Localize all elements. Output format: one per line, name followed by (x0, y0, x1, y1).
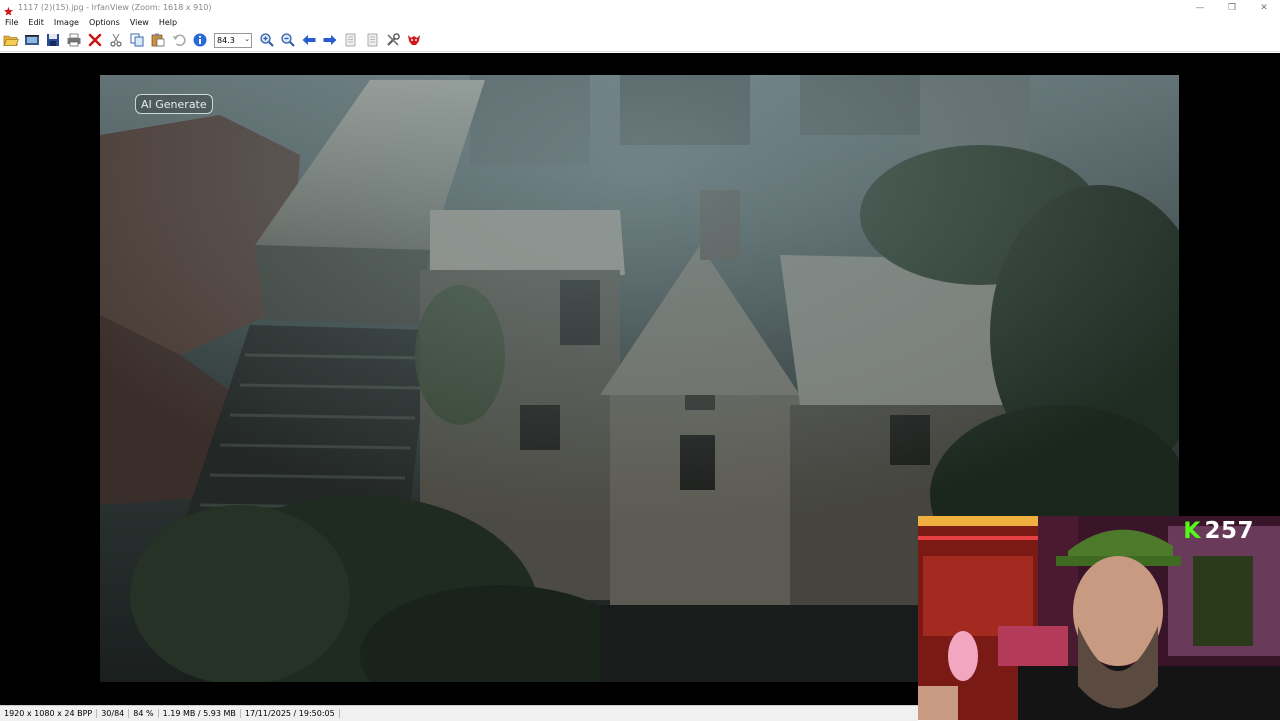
info-icon[interactable] (191, 31, 209, 49)
menu-options[interactable]: Options (84, 18, 125, 27)
close-button[interactable]: ✕ (1248, 0, 1280, 15)
status-zoom: 84 % (129, 709, 159, 718)
status-dimensions: 1920 x 1080 x 24 BPP (0, 709, 98, 718)
zoom-in-icon[interactable] (258, 31, 276, 49)
zoom-out-icon[interactable] (279, 31, 297, 49)
status-bar: 1920 x 1080 x 24 BPP 30/84 84 % 1.19 MB … (0, 705, 918, 721)
irfanview-app-icon[interactable] (3, 2, 14, 16)
slideshow-icon[interactable] (23, 31, 41, 49)
settings-icon[interactable] (384, 31, 402, 49)
title-bar: 1117 (2)(15).jpg - IrfanView (Zoom: 1618… (0, 0, 1280, 16)
minimize-button[interactable]: — (1184, 0, 1216, 15)
menu-help[interactable]: Help (154, 18, 182, 27)
previous-icon[interactable] (300, 31, 318, 49)
toolbar: 84.3 ⌄ (0, 29, 1280, 52)
window-title: 1117 (2)(15).jpg - IrfanView (Zoom: 1618… (18, 3, 212, 12)
paste-icon[interactable] (149, 31, 167, 49)
menu-view[interactable]: View (125, 18, 154, 27)
copy-icon[interactable] (128, 31, 146, 49)
menu-file[interactable]: File (0, 18, 23, 27)
menu-bar: File Edit Image Options View Help (0, 15, 1280, 29)
webcam-overlay: K 257 (918, 516, 1280, 720)
zoom-combobox[interactable]: 84.3 ⌄ (214, 32, 252, 48)
first-page-icon[interactable] (342, 31, 360, 49)
next-icon[interactable] (321, 31, 339, 49)
cut-icon[interactable] (107, 31, 125, 49)
window-controls: — ❐ ✕ (1184, 0, 1280, 15)
status-datetime: 17/11/2025 / 19:50:05 (241, 709, 340, 718)
save-icon[interactable] (44, 31, 62, 49)
maximize-button[interactable]: ❐ (1216, 0, 1248, 15)
chevron-down-icon[interactable]: ⌄ (244, 35, 250, 43)
kick-viewer-badge: K 257 (1183, 518, 1254, 544)
zoom-value: 84.3 (217, 35, 235, 45)
last-page-icon[interactable] (363, 31, 381, 49)
streamer-webcam-feed (918, 516, 1280, 720)
open-folder-icon[interactable] (2, 31, 20, 49)
undo-icon[interactable] (170, 31, 188, 49)
menu-image[interactable]: Image (49, 18, 84, 27)
menu-edit[interactable]: Edit (23, 18, 49, 27)
status-filesize: 1.19 MB / 5.93 MB (159, 709, 241, 718)
kick-logo-icon: K (1183, 518, 1201, 544)
status-index: 30/84 (97, 709, 130, 718)
delete-icon[interactable] (86, 31, 104, 49)
viewer-count: 257 (1204, 518, 1254, 544)
irfanview-cat-icon[interactable] (405, 31, 423, 49)
ai-generate-badge: AI Generate (135, 94, 213, 114)
print-icon[interactable] (65, 31, 83, 49)
